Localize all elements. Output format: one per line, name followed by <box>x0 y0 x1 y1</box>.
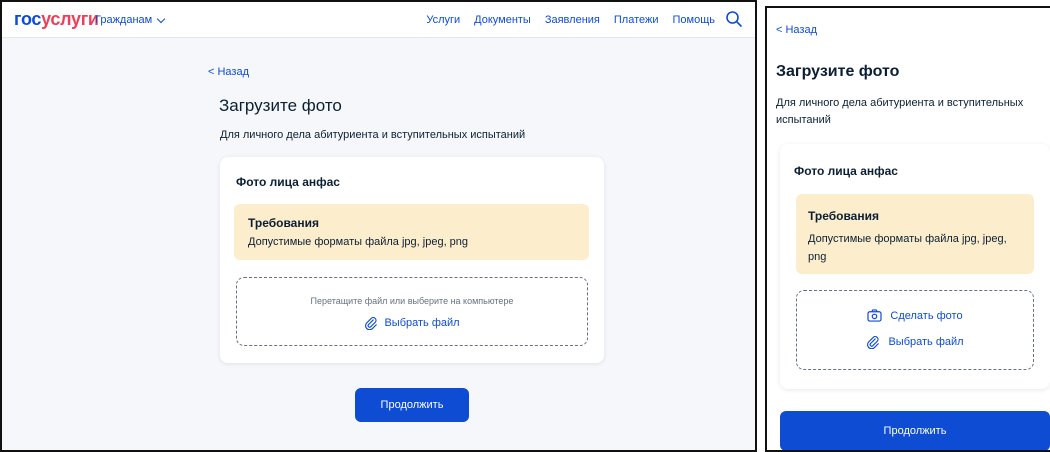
requirements-text: Допустимые форматы файла jpg, jpeg, png <box>248 236 469 248</box>
nav-item-services[interactable]: Услуги <box>426 14 460 26</box>
choose-file-button[interactable]: Выбрать файл <box>237 316 587 330</box>
page-title: Загрузите фото <box>776 63 900 80</box>
mobile-view: < Назад Загрузите фото Для личного дела … <box>765 6 1050 452</box>
page-title: Загрузите фото <box>219 96 342 115</box>
file-drop-zone[interactable]: Перетащите файл или выберите на компьюте… <box>236 277 588 346</box>
desktop-view: госуслуги Гражданам Услуги Документы Зая… <box>0 0 757 452</box>
top-navigation-bar: госуслуги Гражданам Услуги Документы Зая… <box>2 2 755 38</box>
main-nav: Услуги Документы Заявления Платежи Помощ… <box>426 14 715 26</box>
camera-icon <box>867 309 882 322</box>
requirements-title: Требования <box>808 209 879 223</box>
paperclip-icon <box>866 335 880 349</box>
drop-hint: Перетащите файл или выберите на компьюте… <box>310 296 514 306</box>
back-link[interactable]: < Назад <box>776 24 817 36</box>
continue-button[interactable]: Продолжить <box>355 388 469 422</box>
logo-part-gos: гос <box>14 9 42 29</box>
requirements-box: Требования Допустимые форматы файла jpg,… <box>234 204 589 260</box>
page-subtitle: Для личного дела абитуриента и вступител… <box>220 129 526 141</box>
logo-part-uslugi: услуги <box>41 9 99 29</box>
nav-item-applications[interactable]: Заявления <box>545 14 600 26</box>
citizens-label: Гражданам <box>95 14 153 26</box>
chevron-down-icon <box>156 14 166 23</box>
choose-file-label: Выбрать файл <box>384 317 460 329</box>
choose-file-label: Выбрать файл <box>888 336 964 348</box>
photo-upload-card: Фото лица анфас Требования Допустимые фо… <box>780 144 1050 389</box>
nav-item-payments[interactable]: Платежи <box>614 14 659 26</box>
search-icon[interactable] <box>725 10 743 28</box>
choose-file-button[interactable]: Выбрать файл <box>797 335 1033 349</box>
take-photo-button[interactable]: Сделать фото <box>797 309 1033 322</box>
paperclip-icon <box>364 316 378 330</box>
requirements-title: Требования <box>248 216 319 230</box>
requirements-box: Требования Допустимые форматы файла jpg,… <box>796 194 1034 274</box>
citizens-dropdown[interactable]: Гражданам <box>95 14 166 26</box>
photo-upload-card: Фото лица анфас Требования Допустимые фо… <box>220 157 604 363</box>
requirements-text: Допустимые форматы файла jpg, jpeg, png <box>808 233 1007 263</box>
page-subtitle: Для личного дела абитуриента и вступител… <box>776 97 1024 126</box>
nav-item-help[interactable]: Помощь <box>673 14 716 26</box>
file-drop-zone[interactable]: Сделать фото Выбрать файл <box>796 290 1034 370</box>
gosuslugi-logo[interactable]: госуслуги <box>14 9 99 30</box>
back-link[interactable]: < Назад <box>208 66 249 78</box>
continue-button[interactable]: Продолжить <box>780 411 1050 450</box>
card-title: Фото лица анфас <box>794 164 898 178</box>
card-title: Фото лица анфас <box>236 175 340 189</box>
nav-item-documents[interactable]: Документы <box>474 14 531 26</box>
take-photo-label: Сделать фото <box>890 309 963 322</box>
